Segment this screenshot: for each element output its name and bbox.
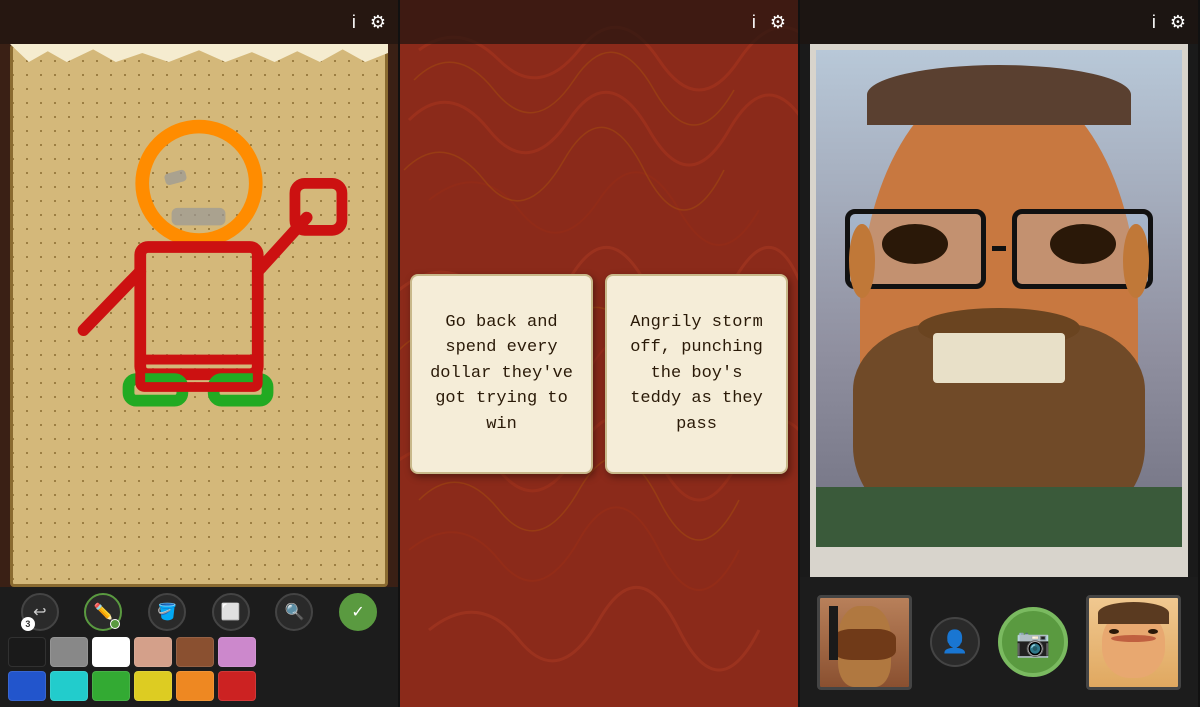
color-green[interactable] [92, 671, 130, 701]
tools-row: ↩ 3 ✏️ 🪣 ⬜ 🔍 ✓ [8, 593, 390, 631]
cards-top-bar: i ⚙ [400, 0, 798, 44]
draw-toolbar: ↩ 3 ✏️ 🪣 ⬜ 🔍 ✓ [0, 587, 398, 707]
thumb-face-kid [1089, 598, 1178, 687]
eraser-button[interactable]: ⬜ [212, 593, 250, 631]
thumbnail-kid[interactable] [1086, 595, 1181, 690]
drawing-canvas[interactable] [13, 47, 385, 584]
photo-top-bar: i ⚙ [800, 0, 1198, 44]
undo-button[interactable]: ↩ 3 [21, 593, 59, 631]
fill-button[interactable]: 🪣 [148, 593, 186, 631]
color-brown[interactable] [176, 637, 214, 667]
undo-count: 3 [21, 617, 35, 631]
confirm-button[interactable]: ✓ [339, 593, 377, 631]
card-left[interactable]: Go back and spend every dollar they've g… [410, 274, 593, 474]
thumbnail-man[interactable] [817, 595, 912, 690]
glass-bridge [992, 246, 1006, 251]
color-row-1 [8, 637, 390, 667]
shirt [816, 487, 1182, 547]
thumb-glasses-side [829, 606, 838, 659]
thumb-face-bearded [820, 598, 909, 687]
ghost-avatar-button[interactable]: 👤 [930, 617, 980, 667]
color-purple-light[interactable] [218, 637, 256, 667]
pen-button[interactable]: ✏️ [84, 593, 122, 631]
thumb-beard [833, 629, 895, 660]
photo-panel: i ⚙ [800, 0, 1200, 707]
ear-left [849, 224, 875, 299]
ear-right [1123, 224, 1149, 299]
color-red[interactable] [218, 671, 256, 701]
kid-eye-l [1109, 629, 1120, 634]
cards-info-button[interactable]: i [752, 13, 756, 31]
card-left-text: Go back and spend every dollar they've g… [426, 310, 577, 438]
photo-main-area [810, 44, 1188, 577]
photo-toolbar: 👤 📷 [800, 577, 1198, 707]
color-gray[interactable] [50, 637, 88, 667]
color-blue[interactable] [8, 671, 46, 701]
color-white[interactable] [92, 637, 130, 667]
cards-settings-button[interactable]: ⚙ [770, 13, 786, 31]
pen-active-indicator [110, 619, 120, 629]
pegboard [10, 44, 388, 587]
hair [867, 65, 1131, 125]
kid-hair [1098, 602, 1169, 624]
draw-info-button[interactable]: i [352, 13, 356, 31]
photo-settings-button[interactable]: ⚙ [1170, 13, 1186, 31]
camera-button[interactable]: 📷 [998, 607, 1068, 677]
drawing-panel: i ⚙ ↩ [0, 0, 400, 707]
card-right[interactable]: Angrily storm off, punching the boy's te… [605, 274, 788, 474]
draw-top-bar: i ⚙ [0, 0, 398, 44]
photo-info-button[interactable]: i [1152, 13, 1156, 31]
kid-mouth [1111, 635, 1156, 642]
ghost-icon: 👤 [941, 629, 968, 655]
color-yellow[interactable] [134, 671, 172, 701]
polaroid-frame [810, 44, 1188, 577]
card-right-text: Angrily storm off, punching the boy's te… [621, 310, 772, 438]
zoom-button[interactable]: 🔍 [275, 593, 313, 631]
cards-panel: i ⚙ Go back and spend every dollar they'… [400, 0, 800, 707]
color-row-2 [8, 671, 390, 701]
color-cyan[interactable] [50, 671, 88, 701]
color-skin[interactable] [134, 637, 172, 667]
eye-left [882, 224, 948, 264]
photo-background [816, 50, 1182, 547]
draw-settings-button[interactable]: ⚙ [370, 13, 386, 31]
eye-right [1050, 224, 1116, 264]
color-palette [8, 637, 390, 701]
camera-icon: 📷 [1016, 626, 1051, 659]
teeth [933, 333, 1065, 383]
color-orange[interactable] [176, 671, 214, 701]
color-black[interactable] [8, 637, 46, 667]
cards-area: Go back and spend every dollar they've g… [410, 60, 788, 687]
